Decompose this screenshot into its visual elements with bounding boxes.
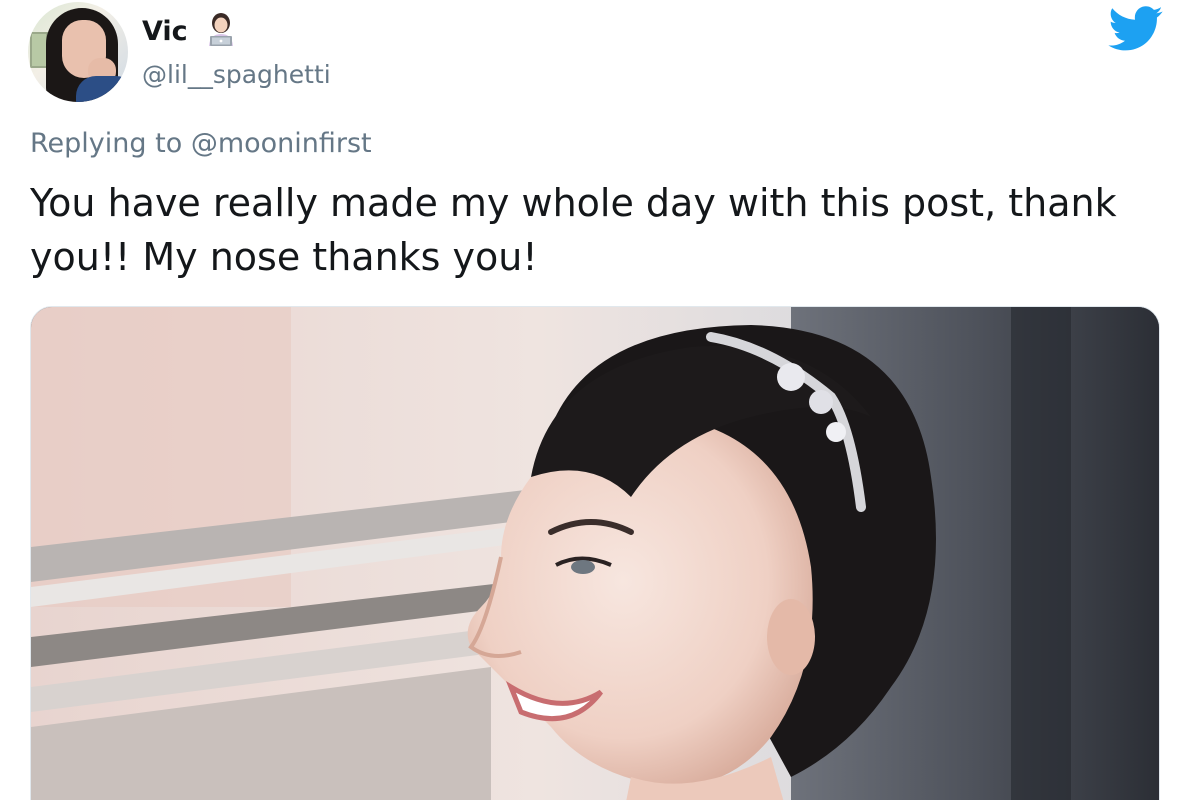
- reply-prefix: Replying to: [30, 128, 183, 159]
- avatar[interactable]: [28, 2, 128, 102]
- reply-mention-link[interactable]: @mooninfirst: [191, 128, 372, 159]
- tweet-text: You have really made my whole day with t…: [30, 181, 1117, 279]
- twitter-bird-icon[interactable]: [1108, 6, 1164, 52]
- tweet-photo[interactable]: [30, 306, 1160, 800]
- reply-context: Replying to @mooninfirst: [30, 128, 372, 159]
- display-name[interactable]: Vic: [142, 16, 188, 47]
- tweet-card: Vic @lil__spaghetti Replying to @mooninf…: [0, 0, 1200, 800]
- user-handle[interactable]: @lil__spaghetti: [142, 60, 331, 89]
- woman-technologist-emoji-icon: [209, 13, 233, 46]
- photo-illustration: [31, 307, 1159, 800]
